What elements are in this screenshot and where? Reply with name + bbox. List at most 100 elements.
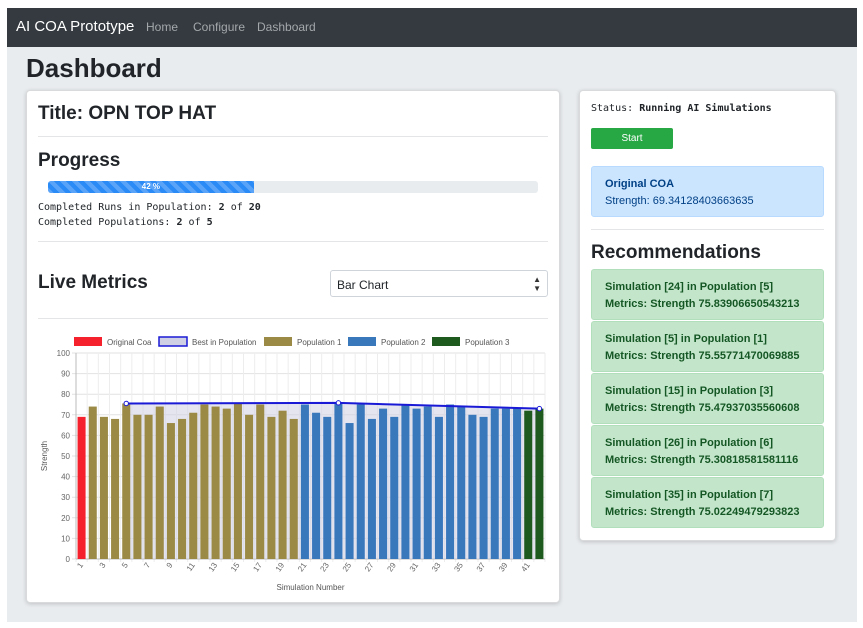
bar [501, 408, 510, 559]
x-tick-label: 31 [408, 561, 421, 574]
best-in-population-point [536, 405, 543, 412]
legend-label: Population 1 [297, 338, 342, 347]
bar [88, 406, 97, 559]
x-tick-label: 9 [165, 561, 175, 570]
bar [412, 408, 421, 559]
x-tick-label: 23 [318, 561, 331, 574]
bar [122, 403, 131, 559]
bar [99, 416, 108, 559]
bar [189, 412, 198, 559]
x-tick-label: 41 [519, 561, 532, 574]
bar [345, 423, 354, 559]
bar [513, 407, 522, 559]
app-frame: AI COA Prototype Home Configure Dashboar… [7, 8, 857, 622]
x-tick-label: 39 [497, 561, 510, 574]
coa-title: Title: OPN TOP HAT [38, 103, 217, 124]
bar [367, 418, 376, 559]
chart-type-select[interactable]: Bar Chart ▲ ▼ [330, 270, 548, 297]
bar [144, 414, 153, 559]
legend-label: Best in Population [192, 338, 257, 347]
nav-configure[interactable]: Configure [193, 20, 245, 34]
y-tick-label: 70 [61, 411, 70, 420]
x-tick-label: 37 [475, 561, 488, 574]
bar [535, 408, 544, 559]
recommendation-item: Simulation [26] in Population [6] Metric… [591, 425, 824, 476]
divider [591, 229, 824, 230]
y-tick-label: 30 [61, 493, 70, 502]
divider [38, 241, 548, 242]
recommendation-item: Simulation [15] in Population [3] Metric… [591, 373, 824, 424]
bar [267, 416, 276, 559]
recommendation-metrics: Metrics: Strength 75.55771470069885 [605, 350, 800, 362]
original-coa-strength: Strength: 69.34128403663635 [605, 195, 754, 207]
y-tick-label: 100 [57, 349, 71, 358]
legend-swatch [264, 337, 292, 346]
progress-bar: 42 % [48, 181, 538, 193]
dashboard-main-card: Title: OPN TOP HAT Progress 42 % Complet… [26, 90, 560, 603]
divider [38, 318, 548, 319]
select-arrows-icon: ▲ ▼ [533, 275, 541, 293]
bar [390, 416, 399, 559]
recommendation-item: Simulation [24] in Population [5] Metric… [591, 269, 824, 320]
navbar-brand[interactable]: AI COA Prototype [16, 18, 134, 35]
bar [278, 410, 287, 559]
bar [423, 406, 432, 559]
legend-swatch [348, 337, 376, 346]
recommendations-heading: Recommendations [591, 242, 761, 263]
page-title: Dashboard [26, 53, 162, 83]
bar [446, 404, 455, 559]
bar [178, 418, 187, 559]
best-in-population-point [335, 400, 342, 406]
y-tick-label: 0 [66, 555, 71, 564]
bar [457, 406, 466, 559]
nav-home[interactable]: Home [146, 20, 178, 34]
x-tick-label: 21 [296, 561, 309, 574]
x-tick-label: 27 [363, 561, 376, 574]
x-tick-label: 35 [452, 561, 465, 574]
x-tick-label: 11 [185, 561, 197, 573]
completed-runs: Completed Runs in Population: 2 of 20 [38, 202, 261, 213]
bar [524, 410, 533, 559]
bar [479, 416, 488, 559]
legend-swatch [74, 337, 102, 346]
bar [468, 414, 477, 559]
bar [222, 408, 231, 559]
bar [133, 414, 142, 559]
nav-dashboard[interactable]: Dashboard [257, 20, 316, 34]
bar [245, 414, 254, 559]
best-in-population-point [123, 400, 129, 407]
start-button[interactable]: Start [591, 128, 673, 149]
recommendation-item: Simulation [5] in Population [1] Metrics… [591, 321, 824, 372]
recommendation-title: Simulation [26] in Population [6] [605, 437, 774, 449]
bar [211, 406, 220, 559]
strength-bar-chart: 01020304050607080901001 3 5 7 9 11 13 15 17 19 21 2… [40, 336, 546, 592]
bar [490, 408, 499, 559]
recommendation-title: Simulation [5] in Population [1] [605, 333, 767, 345]
legend-label: Original Coa [107, 338, 152, 347]
y-tick-label: 20 [61, 514, 70, 523]
x-tick-label: 15 [229, 561, 242, 574]
x-tick-label: 1 [75, 561, 85, 570]
live-metrics-heading: Live Metrics [38, 272, 148, 293]
progress-bar-label: 42 % [141, 182, 161, 191]
bar [200, 404, 209, 559]
best-in-population-area [126, 402, 540, 559]
bar [256, 404, 265, 559]
recommendation-item: Simulation [35] in Population [7] Metric… [591, 477, 824, 528]
y-tick-label: 80 [61, 390, 70, 399]
completed-populations: Completed Populations: 2 of 5 [38, 217, 213, 228]
recommendation-metrics: Metrics: Strength 75.83906650543213 [605, 298, 800, 310]
y-tick-label: 90 [61, 370, 70, 379]
bar [379, 408, 388, 559]
y-tick-label: 10 [61, 534, 70, 543]
legend-swatch [158, 336, 188, 347]
bar [334, 402, 343, 559]
x-tick-label: 3 [98, 561, 108, 570]
y-axis-title: Strength [40, 441, 49, 471]
bar [323, 416, 332, 559]
x-axis-title: Simulation Number [276, 583, 344, 592]
navbar: AI COA Prototype Home Configure Dashboar… [7, 8, 857, 47]
bar [166, 423, 175, 559]
status-card: Status: Running AI Simulations Start Ori… [579, 90, 836, 541]
y-tick-label: 60 [61, 431, 70, 440]
